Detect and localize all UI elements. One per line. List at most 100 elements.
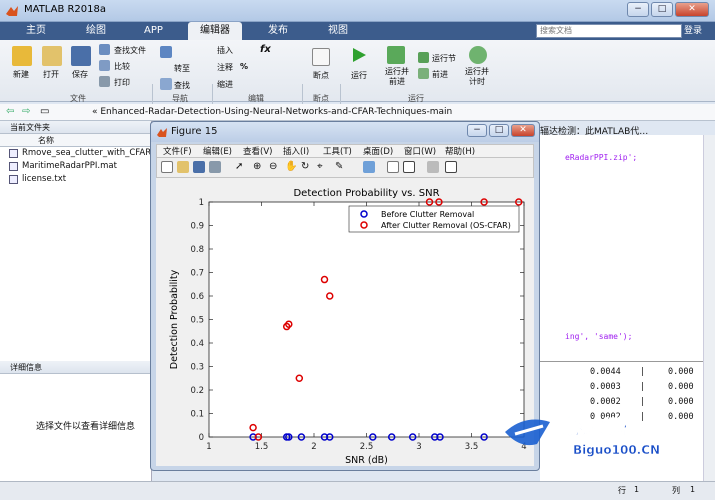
tab-home[interactable]: 主页	[14, 22, 58, 40]
tab-apps[interactable]: APP	[132, 22, 175, 40]
legend-icon[interactable]	[403, 161, 415, 173]
hide-tools-icon[interactable]	[427, 161, 439, 173]
find-icon	[160, 78, 172, 90]
svg-text:Biguo100.CN: Biguo100.CN	[573, 443, 660, 457]
y-tick-label: 0.1	[190, 410, 204, 420]
current-path[interactable]: « Enhanced-Radar-Detection-Using-Neural-…	[92, 107, 452, 117]
goto-button[interactable]: 转至	[174, 63, 190, 74]
y-tick-label: 0.6	[190, 292, 204, 302]
save-button[interactable]: 保存	[72, 69, 88, 80]
file-item[interactable]: license.txt	[0, 173, 151, 186]
percent-icon[interactable]: %	[240, 62, 248, 71]
tab-view[interactable]: 视图	[316, 22, 360, 40]
scatter-chart[interactable]: 0 0.1 0.2 0.3 0.4 0.5 0.6 0.7 0.8 0.9 1 1 1.5 2 2.5 3 3.…	[156, 178, 534, 466]
breakpoint-group-label: 断点	[313, 94, 329, 103]
y-tick-label: 0.9	[190, 222, 204, 232]
insert-button[interactable]: 插入	[217, 45, 233, 56]
maximize-button[interactable]: □	[651, 2, 673, 17]
zoom-in-icon[interactable]: ⊕	[253, 161, 265, 173]
figure-close-button[interactable]: ✕	[511, 124, 535, 137]
status-bar: 行 1 列 1	[0, 481, 715, 500]
file-item[interactable]: MaritimeRadarPPI.mat	[0, 160, 151, 173]
run-section-button[interactable]: 运行节	[432, 53, 456, 64]
find-button[interactable]: 查找	[174, 80, 190, 91]
browse-folder-icon[interactable]: ▭	[40, 106, 49, 117]
cmd-value: 0.000	[668, 382, 694, 392]
compare-button[interactable]: 比较	[114, 61, 130, 72]
new-figure-icon[interactable]	[161, 161, 173, 173]
comment-button[interactable]: 注释	[217, 62, 233, 73]
col-label: 列	[672, 486, 680, 495]
compare-icon	[99, 60, 110, 71]
y-tick-label: 0.8	[190, 245, 204, 255]
print-button[interactable]: 打印	[114, 77, 130, 88]
divider	[540, 361, 715, 362]
back-arrow-icon[interactable]: ⇦	[6, 106, 14, 117]
login-button[interactable]: 登录	[684, 22, 712, 40]
col-value: 1	[690, 485, 696, 494]
data-cursor-icon[interactable]: ⌖	[317, 161, 329, 173]
show-tools-icon[interactable]	[445, 161, 457, 173]
pan-icon[interactable]: ✋	[285, 161, 297, 173]
colorbar-icon[interactable]	[387, 161, 399, 173]
indent-button[interactable]: 缩进	[217, 79, 233, 90]
open-icon[interactable]	[177, 161, 189, 173]
menu-tools[interactable]: 工具(T)	[323, 145, 352, 159]
open-folder-icon	[42, 46, 62, 66]
figure-minimize-button[interactable]: −	[467, 124, 487, 137]
details-header: 详细信息	[0, 361, 151, 374]
menu-desktop[interactable]: 桌面(D)	[363, 145, 393, 159]
link-plot-icon[interactable]	[363, 161, 375, 173]
run-advance-icon	[387, 46, 405, 64]
print-icon	[99, 76, 110, 87]
x-tick-label: 3	[416, 442, 421, 452]
matlab-logo-icon	[157, 128, 167, 137]
goto-icon	[160, 46, 172, 58]
rotate-icon[interactable]: ↻	[301, 161, 313, 173]
advance-button[interactable]: 前进	[432, 69, 448, 80]
run-advance-button[interactable]: 运行并 前进	[385, 67, 409, 87]
breakpoint-button[interactable]: 断点	[313, 70, 329, 81]
search-input[interactable]: 搜索文档	[536, 24, 682, 38]
minimize-button[interactable]: −	[627, 2, 649, 17]
close-button[interactable]: ✕	[675, 2, 709, 17]
function-icon[interactable]: fx	[260, 44, 271, 55]
x-tick-label: 1.5	[255, 442, 269, 452]
folder-icon	[9, 149, 18, 158]
cmd-value: 0.0044	[590, 367, 621, 377]
menu-insert[interactable]: 插入(I)	[283, 145, 309, 159]
file-name: license.txt	[22, 174, 67, 184]
menu-edit[interactable]: 编辑(E)	[203, 145, 232, 159]
text-file-icon	[9, 175, 18, 184]
brush-icon[interactable]: ✎	[335, 161, 347, 173]
run-section-icon	[418, 52, 429, 63]
cmd-value: 0.000	[668, 367, 694, 377]
save-icon[interactable]	[193, 161, 205, 173]
print-icon[interactable]	[209, 161, 221, 173]
tab-plots[interactable]: 绘图	[74, 22, 118, 40]
run-button[interactable]: 运行	[351, 70, 367, 81]
figure-window[interactable]: Figure 15 − □ ✕ 文件(F) 编辑(E) 查看(V) 插入(I) …	[150, 121, 540, 471]
menu-view[interactable]: 查看(V)	[243, 145, 272, 159]
open-button[interactable]: 打开	[43, 69, 59, 80]
forward-arrow-icon[interactable]: ⇨	[22, 106, 30, 117]
menu-file[interactable]: 文件(F)	[163, 145, 192, 159]
find-files-button[interactable]: 查找文件	[114, 45, 146, 56]
cmd-sep: |	[640, 367, 646, 377]
zoom-out-icon[interactable]: ⊖	[269, 161, 281, 173]
menu-window[interactable]: 窗口(W)	[404, 145, 436, 159]
figure-maximize-button[interactable]: □	[489, 124, 509, 137]
new-button[interactable]: 新建	[13, 69, 29, 80]
details-hint: 选择文件以查看详细信息	[36, 422, 136, 432]
code-line: eRadarPPI.zip';	[565, 153, 638, 162]
tab-editor[interactable]: 编辑器	[188, 22, 242, 40]
name-column-header[interactable]: 名称	[0, 134, 151, 147]
code-line: ing', 'same');	[565, 332, 633, 341]
x-tick-label: 1	[206, 442, 211, 452]
tab-publish[interactable]: 发布	[256, 22, 300, 40]
pointer-icon[interactable]: ➚	[235, 161, 247, 173]
menu-help[interactable]: 帮助(H)	[445, 145, 475, 159]
file-item[interactable]: Rmove_sea_clutter_with_CFAR	[0, 147, 151, 160]
run-time-button[interactable]: 运行并 计时	[465, 67, 489, 87]
file-group-label: 文件	[70, 94, 86, 103]
